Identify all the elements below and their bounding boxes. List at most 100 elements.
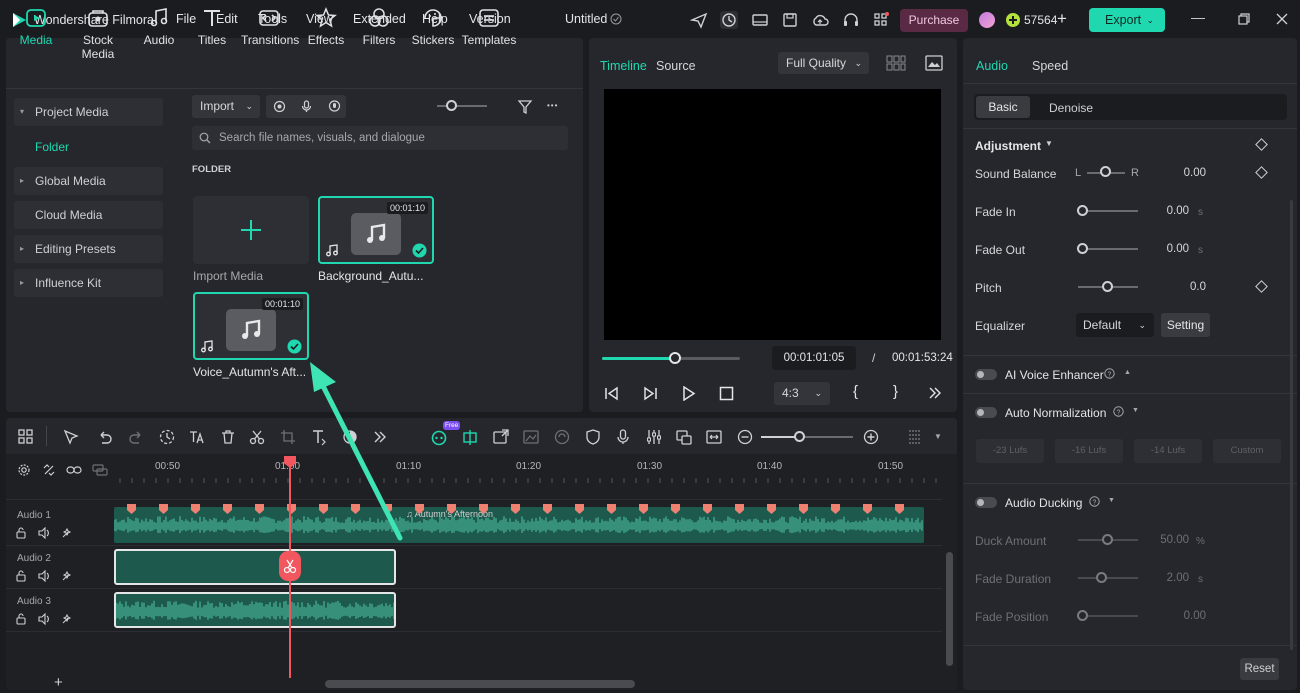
minimize-icon[interactable]: — xyxy=(1191,9,1205,25)
tab-stock-media[interactable]: Stock Media xyxy=(69,0,127,90)
fade-duration-value[interactable]: 2.00 xyxy=(1143,572,1189,584)
record-screen-icon[interactable] xyxy=(273,100,286,113)
tab-source[interactable]: Source xyxy=(656,59,696,73)
speed-ramp-icon[interactable] xyxy=(158,428,176,446)
audio-mixer-icon[interactable] xyxy=(645,428,663,446)
image-edit-icon[interactable] xyxy=(522,428,540,446)
select-tool-icon[interactable] xyxy=(62,428,80,446)
delete-icon[interactable] xyxy=(219,428,237,446)
more-controls-icon[interactable] xyxy=(928,386,942,400)
apps-grid-icon[interactable] xyxy=(872,11,890,29)
caret-up-icon[interactable]: ▲ xyxy=(1124,369,1131,376)
tab-titles[interactable]: Titles xyxy=(184,0,240,90)
tab-timeline[interactable]: Timeline xyxy=(600,59,647,73)
compound-clip-icon[interactable] xyxy=(92,463,108,477)
fit-icon[interactable] xyxy=(705,428,723,446)
more-options-icon[interactable]: ••• xyxy=(547,101,558,110)
tab-speed[interactable]: Speed xyxy=(1032,59,1068,73)
layout-grid-icon[interactable] xyxy=(17,428,35,446)
speaker-icon[interactable] xyxy=(38,570,50,582)
ai-audio-icon[interactable] xyxy=(61,527,73,539)
reset-button[interactable]: Reset xyxy=(1240,658,1279,680)
replace-icon[interactable] xyxy=(675,428,693,446)
voiceover-icon[interactable] xyxy=(328,100,341,113)
lufs-option-14[interactable]: -14 Lufs xyxy=(1134,439,1202,463)
fade-duration-knob[interactable] xyxy=(1096,572,1107,583)
timeline-vertical-scrollbar[interactable] xyxy=(946,552,953,666)
audio-ducking-toggle[interactable] xyxy=(975,497,997,508)
caret-down-icon[interactable]: ▼ xyxy=(1132,407,1139,414)
caret-down-icon[interactable]: ▼ xyxy=(1108,497,1115,504)
fade-duration-slider[interactable] xyxy=(1078,577,1138,579)
lufs-option-16[interactable]: -16 Lufs xyxy=(1055,439,1123,463)
tab-filters[interactable]: Filters xyxy=(351,0,407,90)
tab-stickers[interactable]: Stickers xyxy=(405,0,461,90)
inspector-scrollbar[interactable] xyxy=(1290,200,1293,650)
thumbnail-size-slider[interactable] xyxy=(437,105,487,107)
current-time[interactable]: 00:01:01:05 xyxy=(772,346,856,370)
unlink-icon[interactable] xyxy=(42,463,56,477)
sidebar-item-folder[interactable]: Folder xyxy=(35,140,69,154)
mark-in-icon[interactable]: { xyxy=(853,383,858,400)
record-voice-icon[interactable] xyxy=(614,428,632,446)
fade-in-value[interactable]: 0.00 xyxy=(1143,205,1189,217)
play-icon[interactable] xyxy=(681,386,696,401)
shield-icon[interactable] xyxy=(584,428,602,446)
fade-out-knob[interactable] xyxy=(1077,243,1088,254)
zoom-knob[interactable] xyxy=(794,431,805,442)
add-credits-icon[interactable]: + xyxy=(1057,9,1067,29)
lufs-option-23[interactable]: -23 Lufs xyxy=(976,439,1044,463)
redo-icon[interactable] xyxy=(127,428,145,446)
sound-balance-knob[interactable] xyxy=(1100,166,1111,177)
equalizer-setting-button[interactable]: Setting xyxy=(1161,313,1210,337)
stabilize-icon[interactable] xyxy=(553,428,571,446)
add-track-icon[interactable]: + xyxy=(54,674,63,691)
pitch-value[interactable]: 0.0 xyxy=(1160,281,1206,293)
media-clip-voice[interactable]: 00:01:10 xyxy=(193,292,309,360)
tab-templates[interactable]: Templates xyxy=(461,0,517,90)
cloud-upload-icon[interactable] xyxy=(811,11,829,29)
tab-effects[interactable]: Effects xyxy=(298,0,354,90)
lock-icon[interactable] xyxy=(15,527,27,539)
help-icon[interactable]: ? xyxy=(1089,496,1100,507)
avatar[interactable] xyxy=(979,12,995,28)
import-button[interactable]: Import ⌄ xyxy=(192,95,260,118)
export-button[interactable]: Export ⌄ xyxy=(1089,8,1165,32)
search-box[interactable] xyxy=(192,126,568,150)
split-marker[interactable] xyxy=(279,551,301,581)
tab-transitions[interactable]: Transitions xyxy=(241,0,299,90)
crop-icon[interactable] xyxy=(279,428,297,446)
purchase-button[interactable]: Purchase xyxy=(900,9,968,32)
undo-icon[interactable] xyxy=(96,428,114,446)
sound-balance-value[interactable]: 0.00 xyxy=(1160,167,1206,179)
audio-clip-track-3[interactable] xyxy=(114,592,396,628)
pitch-knob[interactable] xyxy=(1102,281,1113,292)
link-icon[interactable] xyxy=(66,463,82,477)
timeline-horizontal-scrollbar[interactable] xyxy=(325,680,635,688)
ai-voice-enhancer-toggle[interactable] xyxy=(975,369,997,380)
aspect-ratio-dropdown[interactable]: 4:3 ⌄ xyxy=(774,382,830,405)
fade-in-knob[interactable] xyxy=(1077,205,1088,216)
sidebar-item-cloud-media[interactable]: Cloud Media xyxy=(14,201,163,229)
lufs-option-custom[interactable]: Custom xyxy=(1213,439,1281,463)
subtab-basic[interactable]: Basic xyxy=(976,96,1030,118)
fade-position-value[interactable]: 0.00 xyxy=(1160,610,1206,622)
text-translate-icon[interactable] xyxy=(188,428,206,446)
caret-down-icon[interactable]: ▼ xyxy=(934,432,942,441)
auto-normalization-toggle[interactable] xyxy=(975,407,997,418)
fade-position-knob[interactable] xyxy=(1077,610,1088,621)
previous-frame-icon[interactable] xyxy=(604,386,619,401)
sidebar-item-editing-presets[interactable]: ▸ Editing Presets xyxy=(14,235,163,263)
help-icon[interactable]: ? xyxy=(1104,368,1115,379)
caret-down-icon[interactable]: ▼ xyxy=(1045,139,1053,148)
quality-dropdown[interactable]: Full Quality ⌄ xyxy=(778,52,869,74)
duck-amount-knob[interactable] xyxy=(1102,534,1113,545)
mark-out-icon[interactable]: } xyxy=(893,383,898,400)
zoom-in-icon[interactable] xyxy=(862,428,880,446)
sidebar-item-influence-kit[interactable]: ▸ Influence Kit xyxy=(14,269,163,297)
save-icon[interactable] xyxy=(781,11,799,29)
zoom-out-icon[interactable] xyxy=(736,428,754,446)
split-scissors-icon[interactable] xyxy=(248,428,266,446)
audio-clip-track-2[interactable] xyxy=(114,549,396,585)
import-media-tile[interactable] xyxy=(193,196,309,264)
